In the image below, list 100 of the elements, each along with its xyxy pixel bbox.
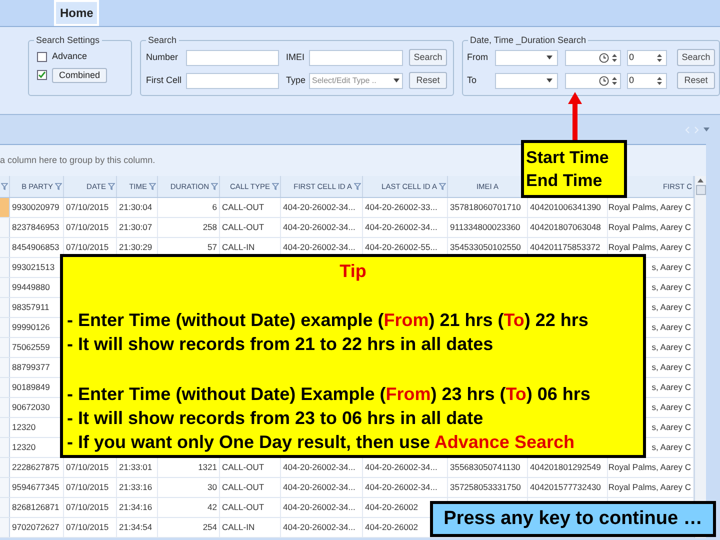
table-cell: 258: [202, 221, 217, 234]
combined-button[interactable]: Combined: [52, 68, 108, 82]
table-cell: 254: [202, 521, 217, 534]
filter-icon[interactable]: [354, 183, 361, 190]
table-cell: 57: [208, 241, 217, 254]
table-cell: 07/10/2015: [66, 501, 109, 514]
ribbon-tab[interactable]: Home: [54, 0, 100, 26]
field-label: First Cell: [146, 74, 182, 87]
filter-icon[interactable]: [211, 183, 218, 190]
filter-icon[interactable]: [55, 183, 62, 190]
dropdown-caret-icon[interactable]: [546, 78, 553, 83]
table-cell: Royal Palms, Aarey C: [608, 461, 691, 474]
table-cell: 404201006341390: [530, 201, 601, 214]
field-label: Type: [286, 74, 307, 87]
number-field[interactable]: 0: [627, 50, 667, 66]
table-cell: Royal Palms, Aarey C: [608, 241, 691, 254]
row-indicator[interactable]: [0, 398, 10, 417]
clock-icon: [599, 76, 609, 86]
table-cell: 404-20-26002-34...: [365, 221, 438, 234]
checkbox-label: Advance: [52, 50, 88, 63]
row-indicator[interactable]: [0, 358, 10, 377]
scroll-up-icon[interactable]: [697, 178, 704, 183]
row-indicator[interactable]: [0, 218, 10, 237]
table-cell: 404201175853372: [530, 241, 600, 254]
row-indicator[interactable]: [0, 238, 10, 257]
input-field[interactable]: [186, 50, 279, 66]
tip-line: - If you want only One Day result, then use Advance Search: [67, 431, 576, 454]
input-field[interactable]: [186, 72, 279, 88]
date-search-button[interactable]: Reset: [677, 72, 715, 89]
filter-icon[interactable]: [272, 183, 279, 190]
input-field[interactable]: [309, 50, 403, 66]
filter-icon[interactable]: [149, 183, 156, 190]
table-cell: s, Aarey C: [652, 441, 691, 454]
table-cell: 90189849: [12, 381, 50, 394]
table-cell: CALL-OUT: [222, 201, 264, 214]
table-cell: 12320: [12, 441, 36, 454]
row-indicator[interactable]: [0, 458, 10, 477]
spinner-icon[interactable]: [611, 52, 618, 64]
dropdown-caret-icon[interactable]: [546, 55, 553, 60]
type-dropdown[interactable]: Select/Edit Type ..: [309, 72, 403, 88]
table-cell: 404-20-26002-34...: [283, 501, 356, 514]
table-cell: 12320: [12, 421, 36, 434]
row-indicator[interactable]: [0, 278, 10, 297]
table-cell: 404-20-26002-34...: [283, 221, 356, 234]
date-search-button[interactable]: Search: [677, 49, 715, 66]
spinner-icon[interactable]: [656, 74, 663, 86]
checkbox[interactable]: [37, 52, 47, 62]
group-title: Search Settings: [34, 34, 102, 46]
table-cell: 21:30:07: [119, 221, 152, 234]
table-cell: 8454906853: [12, 241, 60, 254]
table-cell: 30: [208, 481, 217, 494]
field-label: Number: [146, 50, 180, 64]
filter-icon[interactable]: [1, 183, 8, 190]
row-indicator[interactable]: [0, 338, 10, 357]
row-indicator[interactable]: [0, 438, 10, 457]
row-indicator[interactable]: [0, 198, 10, 217]
table-cell: CALL-OUT: [222, 461, 264, 474]
filter-icon[interactable]: [439, 183, 446, 190]
table-cell: CALL-IN: [222, 241, 255, 254]
row-indicator[interactable]: [0, 258, 10, 277]
table-cell: 1321: [198, 461, 217, 474]
table-cell: 9702072627: [12, 521, 60, 534]
table-cell: s, Aarey C: [652, 381, 691, 394]
filter-icon[interactable]: [108, 183, 115, 190]
scroll-arrows-icon[interactable]: [685, 126, 699, 134]
spinner-icon[interactable]: [611, 74, 618, 86]
table-cell: 355683050741130: [450, 461, 520, 474]
row-indicator[interactable]: [0, 298, 10, 317]
callout-arrow: [568, 92, 582, 142]
group-title: Date, Time _Duration Search: [468, 34, 588, 46]
row-indicator[interactable]: [0, 518, 10, 537]
row-indicator[interactable]: [0, 378, 10, 397]
time-field[interactable]: [565, 50, 621, 66]
row-indicator[interactable]: [0, 418, 10, 437]
table-cell: 404-20-26002-34...: [283, 461, 356, 474]
field-label: IMEI: [286, 50, 306, 64]
search-panel-button[interactable]: Reset: [409, 72, 447, 89]
search-panel-button[interactable]: Search: [409, 49, 447, 66]
callout-text: End Time: [526, 170, 604, 192]
spinner-icon[interactable]: [656, 52, 663, 64]
callout-text: Start Time: [526, 147, 610, 169]
time-field[interactable]: [565, 72, 621, 88]
row-indicator[interactable]: [0, 478, 10, 497]
tip-line: - Enter Time (without Date) example (From) 21 hrs (To) 22 hrs: [67, 309, 590, 332]
table-cell: 9930020979: [12, 201, 60, 214]
row-indicator[interactable]: [0, 318, 10, 337]
field-label: From: [467, 50, 489, 64]
scroll-thumb[interactable]: [696, 185, 706, 195]
table-cell: s, Aarey C: [652, 401, 691, 414]
table-cell: 404-20-26002: [365, 501, 418, 514]
field-label: To: [467, 74, 478, 87]
number-field[interactable]: 0: [627, 72, 667, 88]
dropdown-caret-icon[interactable]: [393, 78, 400, 83]
row-indicator[interactable]: [0, 498, 10, 517]
table-cell: 404201801292549: [530, 461, 601, 474]
prompt-text: Press any key to continue …: [444, 506, 702, 531]
table-cell: 88799377: [12, 361, 50, 374]
table-cell: 07/10/2015: [66, 201, 109, 214]
table-cell: 07/10/2015: [66, 481, 109, 494]
checkbox[interactable]: [37, 70, 47, 80]
